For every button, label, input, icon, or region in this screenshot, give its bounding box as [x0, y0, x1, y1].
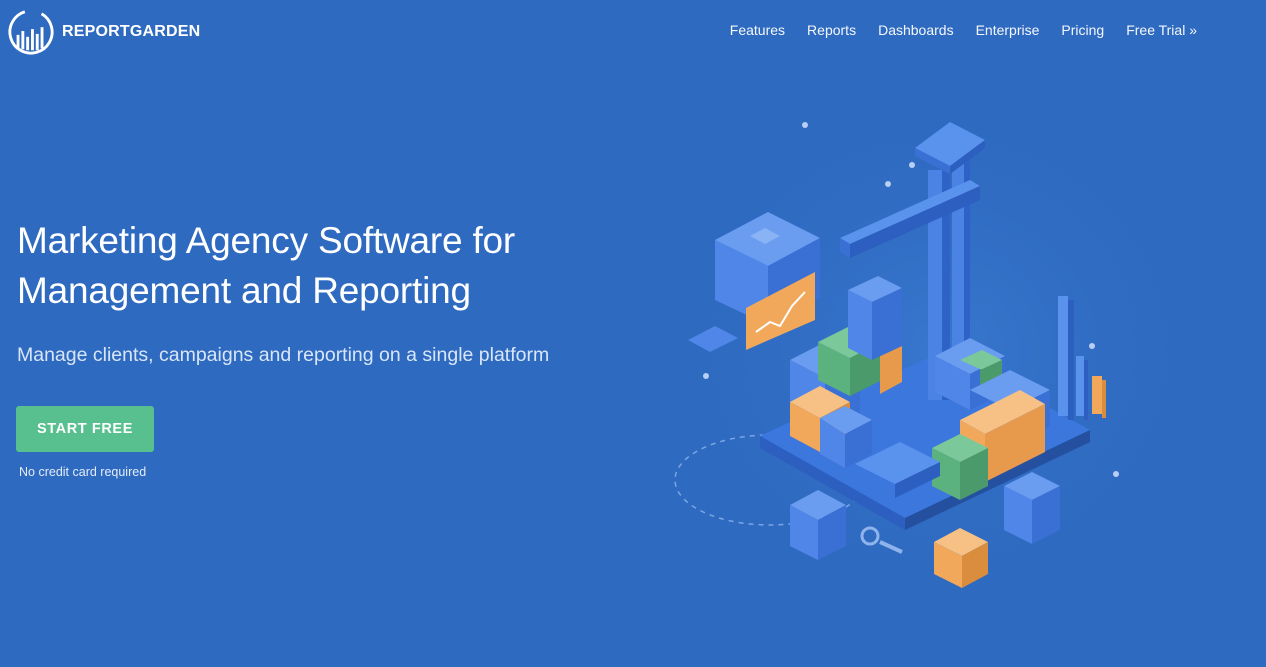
landing-page: REPORTGARDEN Features Reports Dashboards…: [0, 0, 1266, 667]
main-nav: Features Reports Dashboards Enterprise P…: [730, 22, 1197, 40]
hero-subtitle: Manage clients, campaigns and reporting …: [17, 344, 550, 366]
nav-reports[interactable]: Reports: [807, 22, 856, 38]
brand-logo-link[interactable]: REPORTGARDEN: [6, 8, 200, 56]
hero-illustration: [650, 80, 1230, 620]
nav-dashboards[interactable]: Dashboards: [878, 22, 954, 38]
nav-free-trial[interactable]: Free Trial »: [1126, 22, 1197, 38]
hero-title: Marketing Agency Software for Management…: [17, 216, 617, 316]
brand-name: REPORTGARDEN: [62, 23, 201, 40]
hero-title-line-1: Marketing Agency Software for: [17, 220, 516, 261]
logo-icon: [8, 9, 54, 55]
cta-note: No credit card required: [19, 465, 147, 479]
nav-pricing[interactable]: Pricing: [1061, 22, 1104, 38]
nav-features[interactable]: Features: [730, 22, 785, 38]
start-free-button[interactable]: START FREE: [16, 406, 154, 452]
nav-enterprise[interactable]: Enterprise: [976, 22, 1040, 38]
hero-title-line-2: Management and Reporting: [17, 270, 471, 311]
